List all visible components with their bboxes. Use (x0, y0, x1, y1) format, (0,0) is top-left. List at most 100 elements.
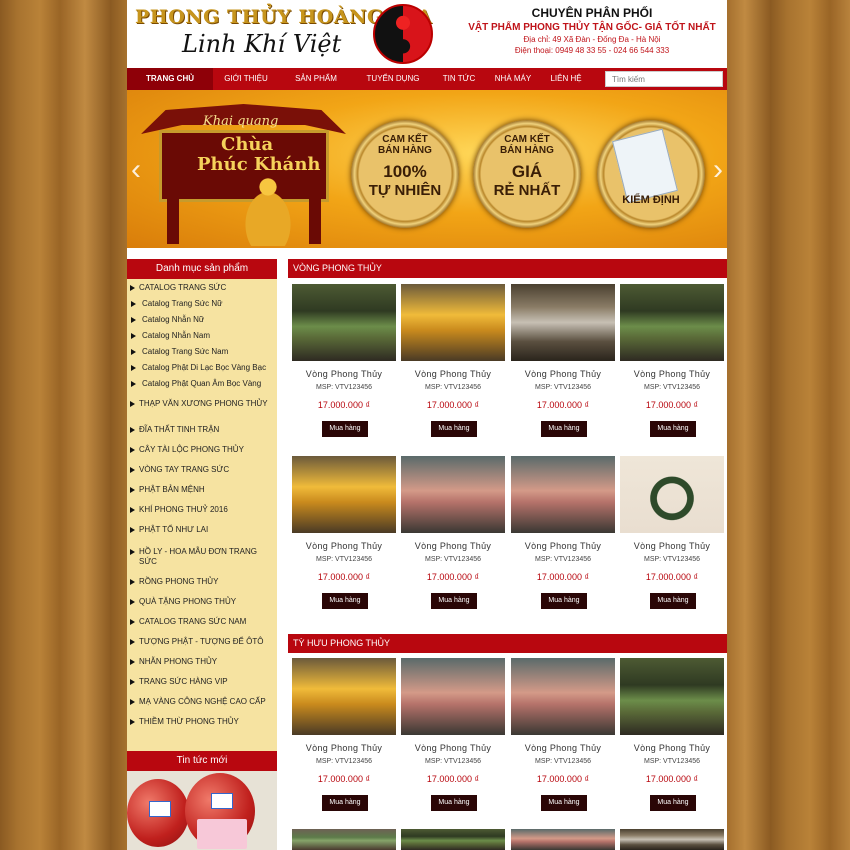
section-heading[interactable]: VÒNG PHONG THỦY (288, 259, 727, 278)
logo-subtitle: Linh Khí Việt (182, 30, 342, 58)
product-name[interactable]: Vòng Phong Thủy (401, 541, 505, 551)
product-image[interactable] (511, 456, 615, 533)
nav-item-news[interactable]: TIN TỨC (433, 68, 485, 90)
sidebar-item[interactable]: TƯỢNG PHẬT - TƯỢNG ĐỂ ÔTÔ (127, 637, 277, 647)
nav-item-products[interactable]: SẢN PHẨM (279, 68, 353, 90)
sidebar-item[interactable]: Catalog Trang Sức Nam (127, 617, 277, 627)
product-name[interactable]: Vòng Phong Thủy (292, 541, 396, 551)
chevron-right-icon[interactable]: › (713, 155, 723, 185)
product-image[interactable] (401, 658, 505, 735)
chevron-left-icon[interactable]: ‹ (131, 155, 141, 185)
product-name[interactable]: Vòng Phong Thủy (292, 369, 396, 379)
product-name[interactable]: Vòng Phong Thủy (401, 369, 505, 379)
product-price: 17.000.000 ₫ (536, 400, 590, 410)
sidebar-item[interactable]: Catalog Trang Sức Nữ (127, 299, 277, 309)
nav-item-jobs[interactable]: TUYỂN DỤNG (353, 68, 433, 90)
product-image[interactable] (401, 284, 505, 361)
buy-button[interactable]: Mua hàng (322, 421, 368, 437)
product-card: Vòng Phong Thủy MSP: VTV123456 17.000.000 … (511, 658, 615, 818)
sidebar-item[interactable]: ĐĨA THẤT TINH TRẬN (127, 425, 277, 435)
product-image[interactable] (401, 829, 505, 850)
product-price: 17.000.000 ₫ (426, 400, 480, 410)
sidebar-item[interactable]: HỒ LY - HOA MẪU ĐƠN TRANG SỨC (127, 547, 277, 567)
sidebar-item[interactable]: Catalog Phật Di Lạc Bọc Vàng Bạc (127, 363, 277, 373)
product-name[interactable]: Vòng Phong Thủy (620, 541, 724, 551)
buy-button[interactable]: Mua hàng (541, 795, 587, 811)
nav-item-factory[interactable]: NHÀ MÁY (485, 68, 541, 90)
medal-natural: CAM KẾT BÁN HÀNG 100% TỰ NHIÊN (351, 120, 459, 228)
banner-title-3: Phúc Khánh (197, 154, 321, 175)
product-image[interactable] (292, 284, 396, 361)
header-contact: CHUYÊN PHÂN PHỐI VẬT PHẨM PHONG THỦY TẬN… (457, 6, 727, 55)
sidebar-item[interactable]: RỒNG PHONG THỦY (127, 577, 277, 587)
product-image[interactable] (620, 658, 724, 735)
nav-item-home[interactable]: TRANG CHỦ (127, 68, 213, 90)
buy-button[interactable]: Mua hàng (650, 795, 696, 811)
medal-line: 100% (383, 162, 427, 181)
buy-button[interactable]: Mua hàng (322, 795, 368, 811)
section-heading[interactable]: TỲ HƯU PHONG THỦY (288, 634, 727, 653)
buy-button[interactable]: Mua hàng (541, 593, 587, 609)
news-heading: Tin tức mới (127, 751, 277, 771)
product-code: MSP: VTV123456 (315, 556, 373, 563)
buy-button[interactable]: Mua hàng (322, 593, 368, 609)
buy-button[interactable]: Mua hàng (650, 593, 696, 609)
buy-button[interactable]: Mua hàng (431, 421, 477, 437)
product-code: MSP: VTV123456 (534, 384, 592, 391)
product-image[interactable] (401, 456, 505, 533)
sidebar-item[interactable]: Catalog Trang Sức Nam (127, 347, 277, 357)
sidebar-item[interactable]: Catalog Nhẫn Nam (127, 331, 277, 341)
hero-banner[interactable]: Khai quang Chùa Phúc Khánh CAM KẾT BÁN H… (127, 90, 727, 248)
product-image[interactable] (620, 284, 724, 361)
product-name[interactable]: Vòng Phong Thủy (620, 369, 724, 379)
product-name[interactable]: Vòng Phong Thủy (511, 541, 615, 551)
product-name[interactable]: Vòng Phong Thủy (620, 743, 724, 753)
sidebar-item[interactable]: TRANG SỨC HÀNG VIP (127, 677, 277, 687)
product-image[interactable] (292, 829, 396, 850)
product-price: 17.000.000 ₫ (645, 774, 699, 784)
product-name[interactable]: Vòng Phong Thủy (401, 743, 505, 753)
sidebar-item[interactable]: QUÀ TẶNG PHONG THỦY (127, 597, 277, 607)
buy-button[interactable]: Mua hàng (650, 421, 696, 437)
sidebar-item[interactable]: KHÍ PHONG THUỶ 2016 (127, 505, 277, 515)
sidebar-item[interactable]: MẠ VÀNG CÔNG NGHỆ CAO CẤP (127, 697, 277, 707)
product-card: Vòng Phong Thủy MSP: VTV123456 17.000.000 … (292, 456, 396, 616)
sidebar-item[interactable]: NHẪN PHONG THỦY (127, 657, 277, 667)
product-code: MSP: VTV123456 (643, 384, 701, 391)
main-nav: TRANG CHỦ GIỚI THIỆU SẢN PHẨM TUYỂN DỤNG… (127, 68, 727, 90)
sidebar-item[interactable]: Catalog Nhẫn Nữ (127, 315, 277, 325)
nav-item-contact[interactable]: LIÊN HỆ (541, 68, 591, 90)
sidebar-item[interactable]: CÂY TÀI LỘC PHONG THỦY (127, 445, 277, 455)
certificate-icon (612, 128, 678, 204)
product-image[interactable] (292, 658, 396, 735)
sidebar-item[interactable]: PHẬT TỔ NHƯ LAI (127, 525, 277, 535)
product-image[interactable] (511, 829, 615, 850)
sidebar-item[interactable]: THIỀM THỪ PHONG THỦY (127, 717, 277, 727)
product-image[interactable] (292, 456, 396, 533)
product-image[interactable] (620, 456, 724, 533)
product-card: Vòng Phong Thủy MSP: VTV123456 17.000.000 … (292, 658, 396, 818)
buy-button[interactable]: Mua hàng (431, 593, 477, 609)
product-code: MSP: VTV123456 (534, 758, 592, 765)
search-input[interactable] (605, 71, 723, 87)
news-image[interactable] (127, 771, 277, 850)
product-name[interactable]: Vòng Phong Thủy (292, 743, 396, 753)
product-card: Vòng Phong Thủy MSP: VTV123456 17.000.000 … (401, 456, 505, 616)
sidebar-item[interactable]: CATALOG TRANG SỨC (127, 283, 277, 293)
sidebar-item[interactable]: VÒNG TAY TRANG SỨC (127, 465, 277, 475)
product-code: MSP: VTV123456 (424, 758, 482, 765)
header-slogan: VẬT PHẨM PHONG THỦY TẬN GỐC- GIÁ TỐT NHẤ… (468, 22, 716, 33)
product-image[interactable] (511, 658, 615, 735)
buy-button[interactable]: Mua hàng (431, 795, 477, 811)
buy-button[interactable]: Mua hàng (541, 421, 587, 437)
product-name[interactable]: Vòng Phong Thủy (511, 369, 615, 379)
product-price: 17.000.000 ₫ (426, 572, 480, 582)
sidebar-item[interactable]: PHẬT BẢN MỆNH (127, 485, 277, 495)
medal-line: CAM KẾT (382, 134, 428, 145)
product-image[interactable] (511, 284, 615, 361)
product-image[interactable] (620, 829, 724, 850)
product-name[interactable]: Vòng Phong Thủy (511, 743, 615, 753)
sidebar-item[interactable]: THẠP VĂN XƯƠNG PHONG THỦY (127, 399, 277, 409)
nav-item-about[interactable]: GIỚI THIỆU (213, 68, 279, 90)
sidebar-item[interactable]: Catalog Phật Quan Âm Bọc Vàng (127, 379, 277, 389)
